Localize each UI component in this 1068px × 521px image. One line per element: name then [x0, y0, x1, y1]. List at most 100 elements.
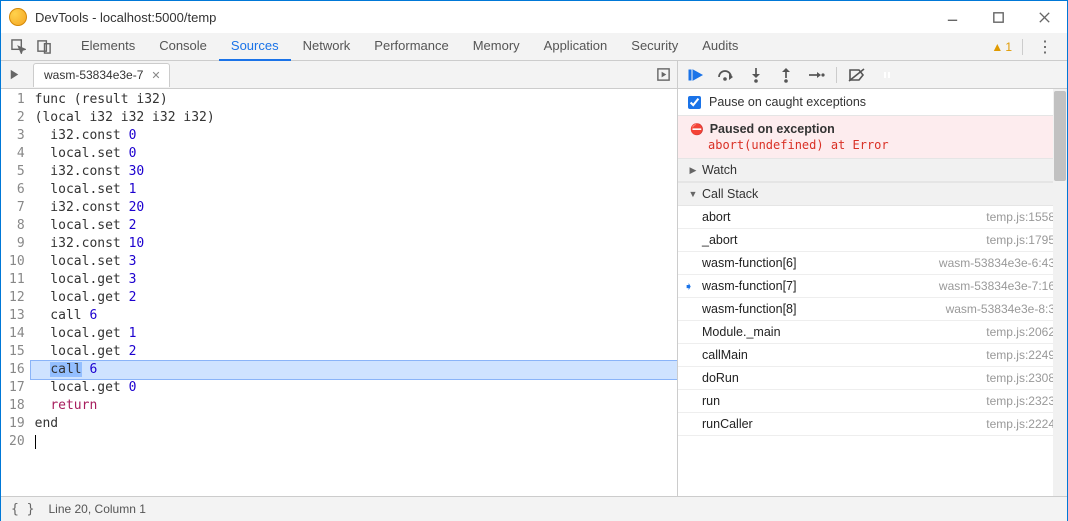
warning-badge[interactable]: ▲ 1 [991, 40, 1012, 54]
call-stack-list: aborttemp.js:1558_aborttemp.js:1795wasm-… [678, 206, 1067, 436]
code-line[interactable]: return [31, 397, 677, 415]
resume-button[interactable] [684, 63, 708, 87]
callstack-section-header[interactable]: ▼ Call Stack [678, 182, 1067, 206]
code-line[interactable]: local.set 3 [31, 253, 677, 271]
stack-frame[interactable]: wasm-function[8]wasm-53834e3e-8:3 [678, 298, 1067, 321]
stack-frame-location: temp.js:2323 [986, 394, 1055, 408]
stack-frame-function: runCaller [702, 417, 753, 431]
stack-frame-location: temp.js:1558 [986, 210, 1055, 224]
code-line[interactable]: call 6 [31, 361, 677, 379]
source-file-tab[interactable]: wasm-53834e3e-7 ✕ [33, 63, 170, 87]
step-over-button[interactable] [714, 63, 738, 87]
pause-on-caught-checkbox[interactable] [688, 96, 701, 109]
cursor-position: Line 20, Column 1 [48, 502, 145, 516]
stack-frame[interactable]: aborttemp.js:1558 [678, 206, 1067, 229]
pause-on-caught-option[interactable]: Pause on caught exceptions [678, 89, 1067, 116]
debugger-divider [836, 67, 837, 83]
watch-section-header[interactable]: ▶ Watch [678, 158, 1067, 182]
warning-count: 1 [1005, 40, 1012, 54]
code-line[interactable]: local.set 2 [31, 217, 677, 235]
window-minimize-button[interactable] [929, 1, 975, 33]
step-into-button[interactable] [744, 63, 768, 87]
sub-toolbar: wasm-53834e3e-7 ✕ [1, 61, 1067, 89]
deactivate-breakpoints-button[interactable] [845, 63, 869, 87]
stack-frame[interactable]: runCaller temp.js:2224 [678, 413, 1067, 436]
window-close-button[interactable] [1021, 1, 1067, 33]
tab-elements[interactable]: Elements [69, 33, 147, 61]
code-line[interactable]: local.set 1 [31, 181, 677, 199]
chevron-down-icon: ▼ [688, 189, 698, 199]
source-code-pane[interactable]: 1234567891011121314151617181920 func (re… [1, 89, 677, 496]
step-out-button[interactable] [774, 63, 798, 87]
stack-frame-function: wasm-function[7] [702, 279, 796, 293]
code-line[interactable]: local.get 2 [31, 289, 677, 307]
exception-message: abort(undefined) at Error [708, 138, 1055, 152]
navigator-toggle-icon[interactable] [2, 63, 26, 87]
devtools-app-icon [9, 8, 27, 26]
stack-frame[interactable]: doRun temp.js:2308 [678, 367, 1067, 390]
code-line[interactable]: end [31, 415, 677, 433]
pretty-print-icon[interactable]: { } [11, 502, 34, 517]
code-line[interactable] [31, 433, 677, 451]
window-title: DevTools - localhost:5000/temp [35, 10, 929, 25]
stack-frame[interactable]: callMain temp.js:2249 [678, 344, 1067, 367]
exception-title: Paused on exception [710, 122, 835, 136]
stack-frame-location: temp.js:2062 [986, 325, 1055, 339]
code-line[interactable]: func (result i32) [31, 91, 677, 109]
tab-sources[interactable]: Sources [219, 33, 291, 61]
code-line[interactable]: i32.const 20 [31, 199, 677, 217]
source-code[interactable]: func (result i32)(local i32 i32 i32 i32)… [31, 89, 677, 496]
warning-icon: ▲ [991, 40, 1003, 54]
stack-frame[interactable]: runtemp.js:2323 [678, 390, 1067, 413]
code-line[interactable]: local.get 0 [31, 379, 677, 397]
scrollbar-thumb[interactable] [1054, 91, 1066, 181]
close-icon[interactable]: ✕ [151, 69, 160, 82]
inspect-element-icon[interactable] [6, 35, 30, 59]
code-line[interactable]: i32.const 10 [31, 235, 677, 253]
tab-application[interactable]: Application [532, 33, 620, 61]
window-maximize-button[interactable] [975, 1, 1021, 33]
panel-tabs: ElementsConsoleSourcesNetworkPerformance… [69, 33, 991, 61]
pause-on-caught-label: Pause on caught exceptions [709, 95, 866, 109]
stack-frame-location: temp.js:2308 [986, 371, 1055, 385]
scrollbar[interactable] [1053, 89, 1067, 496]
stack-frame-location: wasm-53834e3e-6:43 [939, 256, 1055, 270]
pause-on-exceptions-button[interactable] [875, 63, 899, 87]
chevron-right-icon: ▶ [688, 165, 698, 176]
tab-security[interactable]: Security [619, 33, 690, 61]
tab-console[interactable]: Console [147, 33, 219, 61]
device-toggle-icon[interactable] [32, 35, 56, 59]
stack-frame-location: wasm-53834e3e-7:16 [939, 279, 1055, 293]
code-line[interactable]: call 6 [31, 307, 677, 325]
code-line[interactable]: local.set 0 [31, 145, 677, 163]
watch-section-label: Watch [702, 163, 737, 177]
debugger-side-pane: Pause on caught exceptions ⛔ Paused on e… [677, 89, 1067, 496]
stack-frame-function: wasm-function[6] [702, 256, 796, 270]
code-line[interactable]: i32.const 30 [31, 163, 677, 181]
code-line[interactable]: local.get 1 [31, 325, 677, 343]
tab-network[interactable]: Network [291, 33, 363, 61]
tab-audits[interactable]: Audits [690, 33, 750, 61]
stack-frame[interactable]: wasm-function[7] wasm-53834e3e-7:16 [678, 275, 1067, 298]
stack-frame[interactable]: Module._main temp.js:2062 [678, 321, 1067, 344]
stack-frame-location: temp.js:2224 [986, 417, 1055, 431]
stack-frame-function: Module._main [702, 325, 781, 339]
code-line[interactable]: i32.const 0 [31, 127, 677, 145]
error-icon: ⛔ [690, 123, 704, 136]
code-line[interactable]: local.get 2 [31, 343, 677, 361]
stack-frame[interactable]: wasm-function[6] wasm-53834e3e-6:43 [678, 252, 1067, 275]
stack-frame-location: wasm-53834e3e-8:3 [946, 302, 1055, 316]
stack-frame-location: temp.js:1795 [986, 233, 1055, 247]
tab-performance[interactable]: Performance [362, 33, 460, 61]
stack-frame-function: callMain [702, 348, 748, 362]
stack-frame-function: doRun [702, 371, 739, 385]
stack-frame-location: temp.js:2249 [986, 348, 1055, 362]
file-tab-name: wasm-53834e3e-7 [44, 68, 143, 82]
show-debugger-icon[interactable] [651, 63, 675, 87]
code-line[interactable]: (local i32 i32 i32 i32) [31, 109, 677, 127]
code-line[interactable]: local.get 3 [31, 271, 677, 289]
stack-frame[interactable]: _aborttemp.js:1795 [678, 229, 1067, 252]
step-button[interactable] [804, 63, 828, 87]
more-menu-icon[interactable]: ⋮ [1033, 37, 1057, 57]
tab-memory[interactable]: Memory [461, 33, 532, 61]
